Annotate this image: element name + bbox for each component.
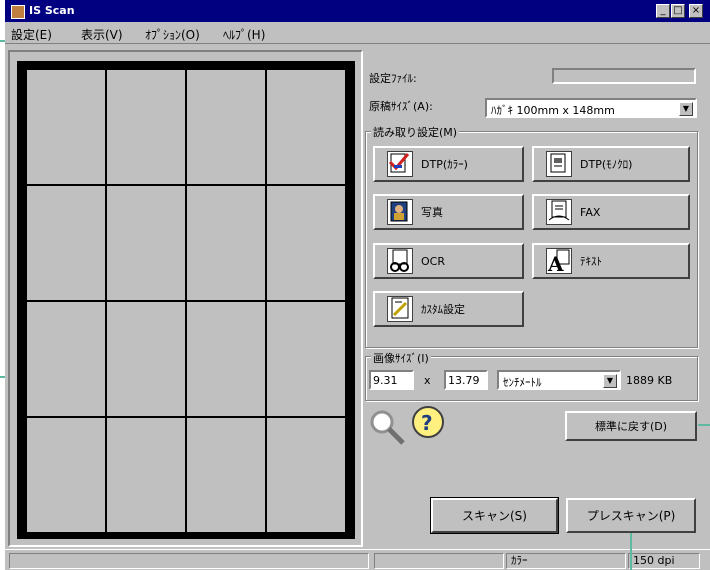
mode-dtp-color-button[interactable]: DTP(ｶﾗｰ) xyxy=(373,146,524,182)
preview-cell xyxy=(267,70,345,184)
preview-cell xyxy=(107,418,185,532)
preview-cell xyxy=(267,186,345,300)
file-size: 1889 KB xyxy=(626,374,673,387)
callout-line-reset xyxy=(698,424,710,426)
close-button[interactable]: × xyxy=(689,4,703,18)
image-size-label: 画像ｻｲｽﾞ(I) xyxy=(371,350,431,366)
mode-label: OCR xyxy=(421,254,445,268)
reset-defaults-button[interactable]: 標準に戻す(D) xyxy=(565,411,697,441)
mode-fax-button[interactable]: FAX xyxy=(532,194,690,230)
help-icon[interactable]: ? xyxy=(411,405,445,439)
color-mode-status: ｶﾗｰ xyxy=(506,553,626,569)
preview-cell xyxy=(107,302,185,416)
dtp-color-icon xyxy=(387,151,413,177)
mode-label: ｶｽﾀﾑ設定 xyxy=(421,303,465,316)
app-icon xyxy=(11,5,25,19)
mode-label: 写真 xyxy=(421,206,443,219)
settings-file-label: 設定ﾌｧｲﾙ: xyxy=(369,72,417,85)
mode-ocr-button[interactable]: OCR xyxy=(373,243,524,279)
preview-cell xyxy=(187,302,265,416)
preview-cell xyxy=(187,70,265,184)
mode-label: DTP(ｶﾗｰ) xyxy=(421,158,468,171)
prescan-button[interactable]: プレスキャン(P) xyxy=(566,498,696,533)
scan-button[interactable]: スキャン(S) xyxy=(430,497,559,534)
doc-size-value: ﾊｶﾞｷ 100mm x 148mm xyxy=(491,104,615,117)
mode-label: FAX xyxy=(580,205,601,219)
preview-cell xyxy=(107,70,185,184)
preview-cell xyxy=(27,302,105,416)
height-input[interactable]: 13.79 xyxy=(444,370,488,390)
title-bar: IS Scan _ □ × xyxy=(5,0,710,22)
maximize-button[interactable]: □ xyxy=(671,4,685,18)
zoom-icon[interactable] xyxy=(367,407,407,447)
callout-line-prescan xyxy=(630,533,632,570)
chevron-down-icon[interactable]: ▼ xyxy=(603,374,617,388)
ocr-icon xyxy=(387,248,413,274)
unit-value: ｾﾝﾁﾒｰﾄﾙ xyxy=(503,376,542,389)
doc-size-label: 原稿ｻｲｽﾞ(A): xyxy=(369,100,433,113)
svg-text:?: ? xyxy=(421,411,433,435)
dtp-mono-icon xyxy=(546,151,572,177)
photo-icon xyxy=(387,199,413,225)
mode-custom-button[interactable]: ｶｽﾀﾑ設定 xyxy=(373,291,524,327)
menu-settings[interactable]: 設定(E) xyxy=(11,26,52,43)
minimize-button[interactable]: _ xyxy=(656,4,670,18)
fax-icon xyxy=(546,199,572,225)
preview-cell xyxy=(107,186,185,300)
preview-cell xyxy=(27,418,105,532)
status-panel-empty xyxy=(9,553,369,569)
preview-cell xyxy=(267,302,345,416)
resolution-status: 150 dpi xyxy=(628,553,700,569)
preview-cell xyxy=(27,70,105,184)
mode-text-button[interactable]: A ﾃｷｽﾄ xyxy=(532,243,690,279)
doc-size-select[interactable]: ﾊｶﾞｷ 100mm x 148mm ▼ xyxy=(485,98,697,118)
mode-photo-button[interactable]: 写真 xyxy=(373,194,524,230)
svg-text:A: A xyxy=(547,252,564,273)
width-input[interactable]: 9.31 xyxy=(369,370,414,390)
read-settings-label: 読み取り設定(M) xyxy=(371,124,460,140)
preview-cell xyxy=(187,186,265,300)
menu-view[interactable]: 表示(V) xyxy=(81,26,123,43)
text-icon: A xyxy=(546,248,572,276)
chevron-down-icon[interactable]: ▼ xyxy=(679,102,693,116)
menu-bar: 設定(E) 表示(V) ｵﾌﾟｼｮﾝ(O) ﾍﾙﾌﾟ(H) xyxy=(5,22,710,44)
custom-settings-icon xyxy=(387,296,413,322)
preview-cell xyxy=(267,418,345,532)
times-sign: x xyxy=(424,374,431,387)
status-bar: ｶﾗｰ 150 dpi xyxy=(5,549,710,570)
preview-cell xyxy=(187,418,265,532)
unit-select[interactable]: ｾﾝﾁﾒｰﾄﾙ ▼ xyxy=(497,370,621,390)
settings-file-field[interactable] xyxy=(552,68,696,84)
window-title: IS Scan xyxy=(29,4,75,17)
status-panel-blank xyxy=(374,553,504,569)
preview-area[interactable] xyxy=(27,70,345,532)
mode-label: DTP(ﾓﾉｸﾛ) xyxy=(580,158,633,171)
menu-help[interactable]: ﾍﾙﾌﾟ(H) xyxy=(223,26,265,43)
menu-options[interactable]: ｵﾌﾟｼｮﾝ(O) xyxy=(145,26,200,43)
preview-cell xyxy=(27,186,105,300)
mode-label: ﾃｷｽﾄ xyxy=(580,255,602,268)
mode-dtp-mono-button[interactable]: DTP(ﾓﾉｸﾛ) xyxy=(532,146,690,182)
